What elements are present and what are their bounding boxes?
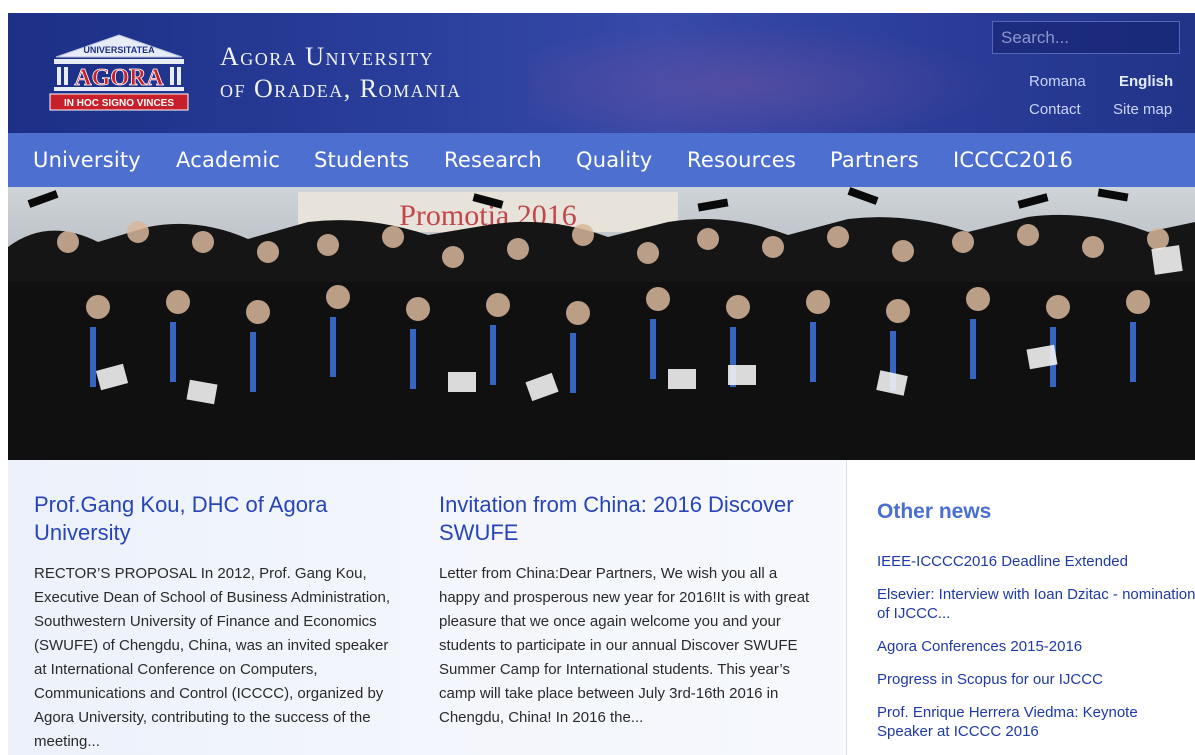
search-input[interactable]: Search... bbox=[992, 21, 1180, 54]
other-news-heading: Other news bbox=[877, 500, 992, 523]
content-area: Prof.Gang Kou, DHC of Agora University R… bbox=[8, 460, 1195, 755]
article-1: Prof.Gang Kou, DHC of Agora University R… bbox=[34, 491, 394, 754]
nav-item-research[interactable]: Research bbox=[444, 147, 542, 173]
lang-english-link[interactable]: English bbox=[1119, 73, 1173, 90]
nav-item-partners[interactable]: Partners bbox=[830, 147, 919, 173]
article-2-title[interactable]: Invitation from China: 2016 Discover SWU… bbox=[439, 491, 814, 547]
lang-romana-link[interactable]: Romana bbox=[1029, 73, 1086, 90]
nav-item-students[interactable]: Students bbox=[314, 147, 409, 173]
news-item[interactable]: Progress in Scopus for our IJCCC bbox=[877, 670, 1195, 689]
article-1-body: RECTOR’S PROPOSAL In 2012, Prof. Gang Ko… bbox=[34, 565, 391, 750]
article-2-body: Letter from China:Dear Partners, We wish… bbox=[439, 565, 810, 726]
logo-top-text: UNIVERSITATEA bbox=[83, 45, 155, 55]
university-logo[interactable]: UNIVERSITATEA AGORA IN HOC SIGNO VINCES bbox=[44, 31, 194, 115]
nav-item-resources[interactable]: Resources bbox=[687, 147, 796, 173]
site-title[interactable]: Agora University of Oradea, Romania bbox=[220, 41, 462, 105]
hero-graduation-photo: Promotia 2016 bbox=[8, 187, 1195, 460]
main-nav: University Academic Students Research Qu… bbox=[8, 133, 1195, 187]
page: UNIVERSITATEA AGORA IN HOC SIGNO VINCES … bbox=[8, 13, 1195, 755]
news-item[interactable]: IEEE-ICCCC2016 Deadline Extended bbox=[877, 552, 1195, 571]
article-2: Invitation from China: 2016 Discover SWU… bbox=[439, 491, 814, 730]
nav-item-quality[interactable]: Quality bbox=[576, 147, 652, 173]
site-map-link[interactable]: Site map bbox=[1113, 101, 1172, 118]
news-item[interactable]: Prof. Enrique Herrera Viedma: Keynote Sp… bbox=[877, 703, 1195, 741]
news-item[interactable]: Elsevier: Interview with Ioan Dzitac - n… bbox=[877, 585, 1195, 623]
nav-item-university[interactable]: University bbox=[33, 147, 141, 173]
logo-motto: IN HOC SIGNO VINCES bbox=[64, 98, 174, 109]
contact-link[interactable]: Contact bbox=[1029, 101, 1081, 118]
news-item[interactable]: Agora Conferences 2015-2016 bbox=[877, 637, 1195, 656]
nav-item-icccc2016[interactable]: ICCCC2016 bbox=[953, 147, 1073, 173]
other-news-list: IEEE-ICCCC2016 Deadline Extended Elsevie… bbox=[877, 552, 1195, 755]
site-title-line1: Agora University bbox=[220, 42, 435, 71]
other-news-panel: Other news IEEE-ICCCC2016 Deadline Exten… bbox=[846, 460, 1195, 755]
site-title-line2: of Oradea, Romania bbox=[220, 74, 462, 103]
nav-item-academic[interactable]: Academic bbox=[176, 147, 280, 173]
article-1-title[interactable]: Prof.Gang Kou, DHC of Agora University bbox=[34, 491, 394, 547]
site-header: UNIVERSITATEA AGORA IN HOC SIGNO VINCES … bbox=[8, 13, 1195, 133]
column-divider bbox=[846, 460, 847, 755]
